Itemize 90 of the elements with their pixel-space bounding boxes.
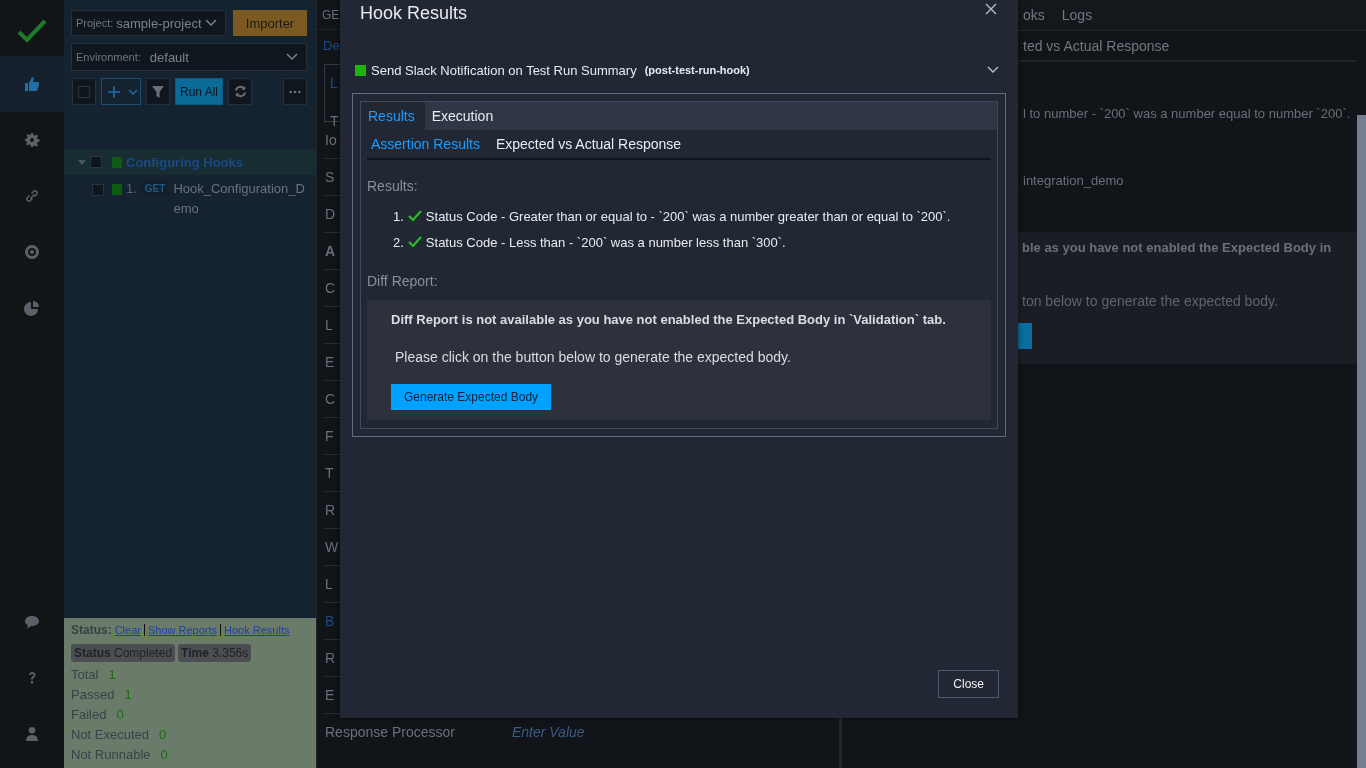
dialog-title: Hook Results (360, 2, 468, 24)
test-case-name[interactable]: Hook_Configuration_Demo (173, 179, 310, 219)
field-label: R (325, 502, 336, 518)
hook-id: (post-test-run-hook) (644, 64, 750, 76)
refresh-icon (233, 85, 247, 98)
field-label: B (325, 613, 335, 629)
more-icon (289, 89, 301, 94)
box-text: T (330, 113, 339, 129)
link[interactable]: De (323, 38, 340, 53)
scrollbar[interactable] (1357, 115, 1366, 768)
diff-hint: Please click on the button below to generate the expected body. (395, 349, 791, 365)
diff-hint: ton below to generate the expected body. (1022, 293, 1278, 309)
close-icon[interactable] (985, 3, 997, 15)
field-label: E (325, 687, 335, 703)
add-icon[interactable] (107, 84, 121, 99)
separator (143, 624, 145, 636)
status-square-icon (112, 184, 122, 195)
field-label: E (325, 354, 335, 370)
count-value: 1 (124, 686, 132, 702)
assertion-text: l to number - `200` was a number equal to number `200`. (1022, 106, 1352, 121)
input-field[interactable]: Enter Value (509, 723, 714, 741)
field-label: S (325, 169, 335, 185)
tab[interactable]: Results (361, 102, 425, 130)
refresh-button[interactable] (228, 78, 252, 105)
field-label: T (325, 465, 334, 481)
tree-checkbox[interactable] (90, 156, 102, 168)
status-label: Status: (71, 623, 112, 637)
status-link[interactable]: Hook Results (224, 624, 290, 636)
field-label: A (325, 243, 336, 259)
count-label: Total (71, 666, 99, 682)
chevron-icon[interactable] (987, 66, 999, 74)
expand-caret-icon[interactable] (78, 158, 86, 166)
field-label: Io (325, 132, 337, 148)
status-square-icon (112, 156, 122, 168)
method-badge: GET (140, 181, 170, 196)
thumbs-nav-icon[interactable] (0, 56, 64, 112)
list-number: 2. (393, 234, 404, 250)
tab[interactable]: oks (1023, 7, 1045, 23)
subtab[interactable]: Expected vs Actual Response (491, 136, 686, 152)
count-label: Not Runnable (71, 746, 151, 762)
count-label: Not Executed (71, 726, 150, 742)
field-label: Response Processor (325, 724, 455, 740)
field-label: D (325, 206, 336, 222)
subtab[interactable]: Assertion Results (367, 136, 484, 152)
diff-message: ble as you have not enabled the Expected Body in (1022, 240, 1332, 255)
chevron-icon[interactable] (205, 19, 217, 27)
field-label: C (325, 391, 336, 407)
count-value: 0 (159, 726, 167, 742)
more-button[interactable] (283, 78, 307, 105)
status-link[interactable]: Show Reports (147, 624, 218, 636)
item-number: 1. (126, 181, 137, 196)
field-label: R (325, 650, 336, 666)
count-label: Passed (71, 686, 115, 702)
field-label: L (325, 317, 333, 333)
section-label: Results: (367, 178, 419, 194)
list-number: 1. (393, 208, 404, 224)
status-link[interactable]: Clear (114, 624, 141, 636)
count-label: Failed (71, 706, 107, 722)
assertion-result: Status Code - Greater than or equal to - `200` was a number greater than or equal to `200`. (425, 208, 951, 224)
count-value: 0 (160, 746, 168, 762)
tab[interactable]: Execution (424, 102, 504, 130)
diff-message: Diff Report is not available as you have not enabled the Expected Body in `Validation` tab. (391, 312, 946, 327)
tree-checkbox[interactable] (92, 184, 104, 196)
subtab[interactable]: ted vs Actual Response (1023, 37, 1170, 54)
filter-button[interactable] (146, 78, 170, 105)
separator (220, 624, 222, 636)
tab[interactable]: Logs (1061, 7, 1093, 23)
importer-button[interactable]: Importer (233, 10, 307, 36)
filter-icon (151, 84, 165, 99)
caret-icon[interactable] (128, 88, 138, 95)
field-label: C (325, 280, 336, 296)
run-all-button[interactable]: Run All (175, 78, 223, 105)
field-label: W (325, 539, 339, 555)
project-select[interactable]: Project: sample-project (71, 10, 226, 36)
request-name: integration_demo (1022, 173, 1125, 188)
close-button[interactable]: Close (938, 670, 999, 698)
hook-name[interactable]: Send Slack Notification on Test Run Summary (371, 62, 637, 78)
environment-select[interactable]: Environment: default (71, 43, 307, 71)
field-label: F (325, 428, 334, 444)
count-value: 0 (116, 706, 124, 722)
select-all-checkbox[interactable] (72, 78, 96, 105)
box-text: L (330, 75, 338, 91)
tab[interactable]: GE (322, 7, 340, 22)
field-label: L (325, 576, 333, 592)
count-value: 1 (108, 666, 116, 682)
chevron-icon[interactable] (286, 53, 298, 61)
checkmark-logo (17, 18, 47, 44)
section-label: Diff Report: (367, 273, 439, 289)
assertion-result: Status Code - Less than - `200` was a number less than `300`. (425, 234, 786, 250)
generate-button[interactable]: Generate Expected Body (391, 384, 552, 410)
